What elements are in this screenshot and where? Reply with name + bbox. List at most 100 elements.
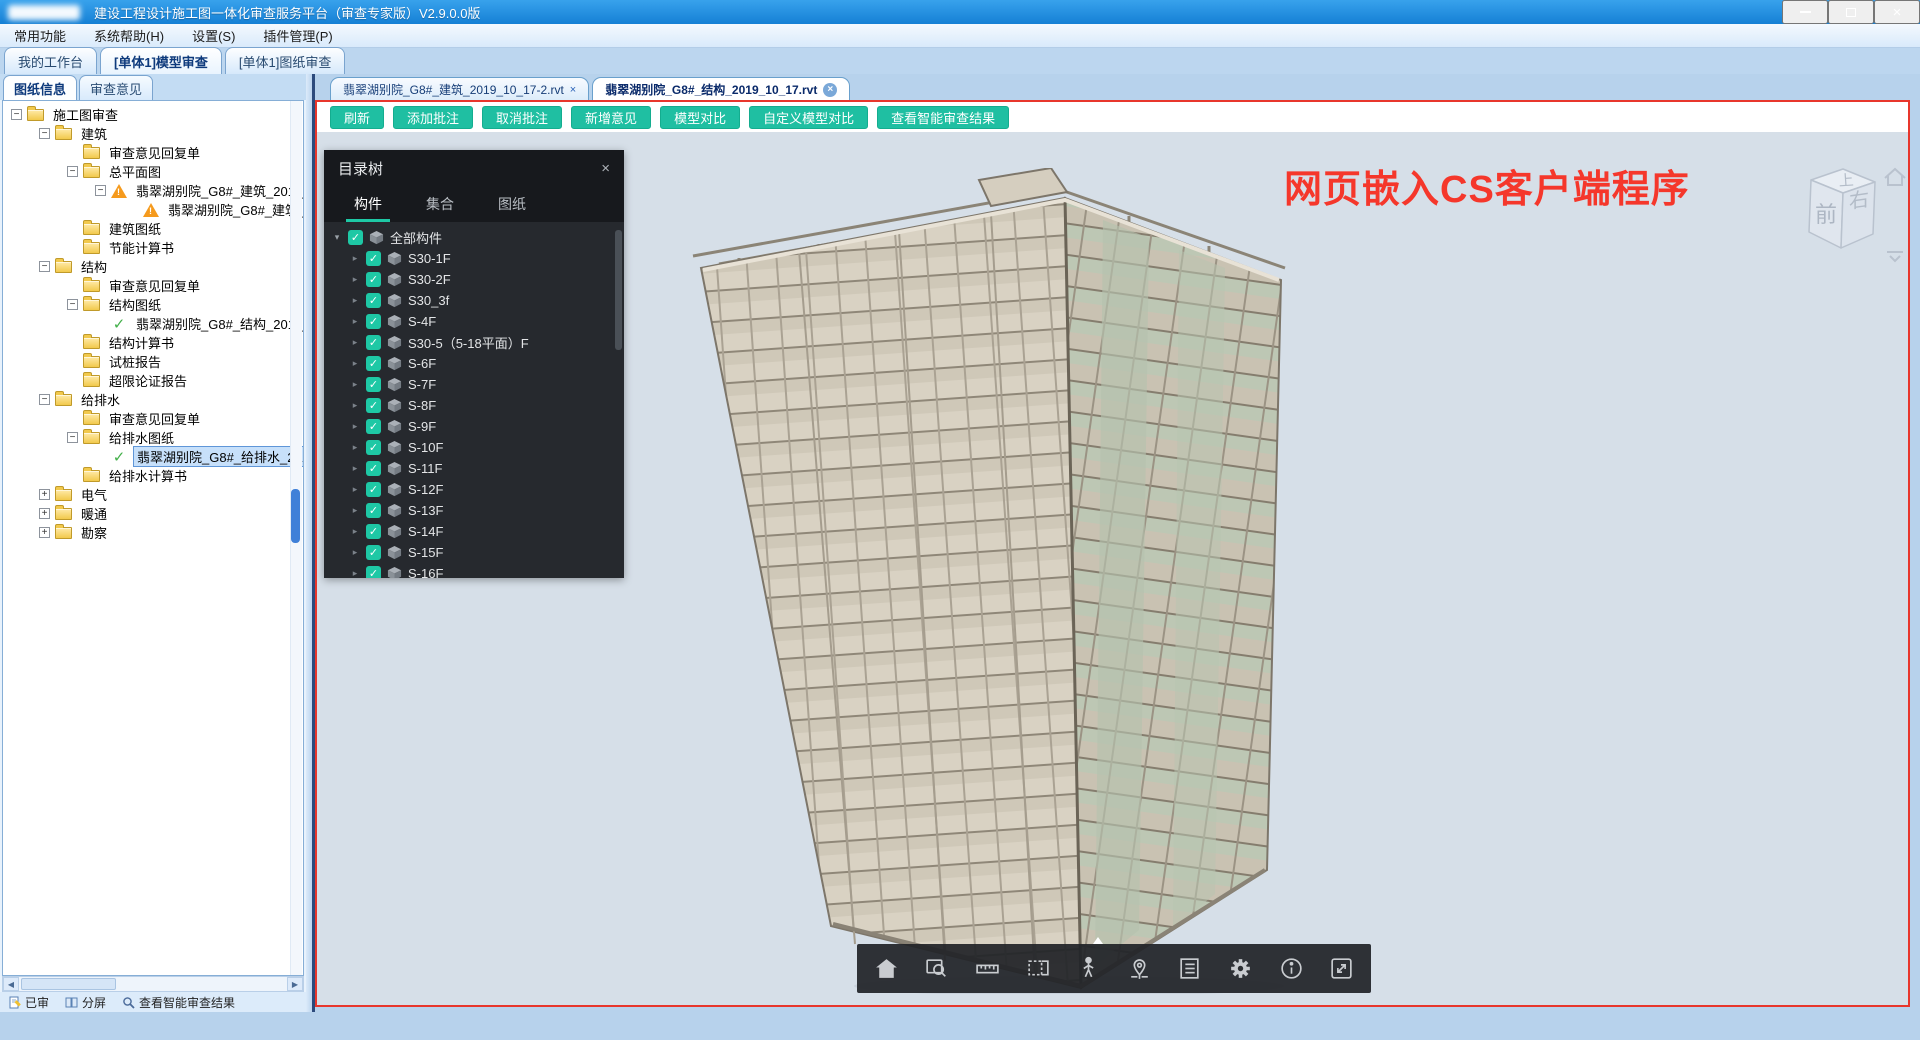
catalog-expand-arrow-icon[interactable] <box>350 295 360 306</box>
tree-item[interactable]: 建筑图纸 <box>3 219 303 238</box>
tree-item[interactable]: 翡翠湖别院_G8#_建筑_2019_10_1 <box>3 200 303 219</box>
tree-expander-icon[interactable] <box>11 109 22 120</box>
catalog-item[interactable]: S-10F <box>324 437 624 458</box>
zoom-region-button[interactable] <box>917 949 957 989</box>
smart-review-result[interactable]: 查看智能审查结果 <box>122 994 235 1011</box>
cube-face-top[interactable]: 上 <box>1838 172 1854 190</box>
tree-expander-icon[interactable] <box>39 508 50 519</box>
catalog-checkbox[interactable] <box>366 440 381 455</box>
toolbar-button[interactable]: 模型对比 <box>660 106 740 129</box>
catalog-tab[interactable]: 图纸 <box>476 186 548 222</box>
catalog-checkbox[interactable] <box>366 524 381 539</box>
catalog-checkbox[interactable] <box>366 335 381 350</box>
catalog-checkbox[interactable] <box>366 398 381 413</box>
tree-item[interactable]: 翡翠湖别院_G8#_给排水_2019_10_1 <box>3 447 303 466</box>
catalog-checkbox[interactable] <box>366 461 381 476</box>
catalog-expand-arrow-icon[interactable] <box>350 568 360 578</box>
reviewed-status[interactable]: 已审 <box>8 994 49 1011</box>
catalog-expand-arrow-icon[interactable] <box>350 463 360 474</box>
catalog-checkbox[interactable] <box>366 482 381 497</box>
measure-button[interactable] <box>967 949 1007 989</box>
catalog-item[interactable]: S-7F <box>324 374 624 395</box>
tree-item[interactable]: 审查意见回复单 <box>3 143 303 162</box>
tree-item[interactable]: 建筑 <box>3 124 303 143</box>
catalog-checkbox[interactable] <box>348 230 363 245</box>
split-screen[interactable]: 分屏 <box>65 994 106 1011</box>
tree-expander-icon[interactable] <box>39 261 50 272</box>
panel-splitter[interactable] <box>306 74 315 1012</box>
catalog-expand-arrow-icon[interactable] <box>350 379 360 390</box>
catalog-item[interactable]: S-15F <box>324 542 624 563</box>
list-button[interactable] <box>1170 949 1210 989</box>
scrollbar-thumb[interactable] <box>21 978 116 990</box>
catalog-item[interactable]: S-12F <box>324 479 624 500</box>
cube-face-front[interactable]: 前 <box>1815 202 1837 227</box>
catalog-expand-arrow-icon[interactable] <box>350 337 360 348</box>
tree-item[interactable]: 翡翠湖别院_G8#_结构_2019_10_17. r <box>3 314 303 333</box>
close-button[interactable]: × <box>1874 0 1920 24</box>
scrollbar-thumb[interactable] <box>291 489 300 543</box>
catalog-item[interactable]: S30-5（5-18平面）F <box>324 332 624 353</box>
fullscreen-button[interactable] <box>1322 949 1362 989</box>
sidebar-tab[interactable]: 审查意见 <box>79 75 153 100</box>
tree-item[interactable]: 审查意见回复单 <box>3 276 303 295</box>
catalog-checkbox[interactable] <box>366 503 381 518</box>
cube-home-icon[interactable] <box>1885 169 1905 185</box>
toolbar-button[interactable]: 查看智能审查结果 <box>877 106 1009 129</box>
locate-button[interactable] <box>1119 949 1159 989</box>
catalog-expand-arrow-icon[interactable] <box>350 253 360 264</box>
tree-item[interactable]: 给排水图纸 <box>3 428 303 447</box>
tree-item[interactable]: 给排水 <box>3 390 303 409</box>
tree-horizontal-scrollbar[interactable]: ◀ ▶ <box>2 976 304 992</box>
settings-button[interactable] <box>1220 949 1260 989</box>
catalog-item[interactable]: S30-2F <box>324 269 624 290</box>
tree-item[interactable]: 结构计算书 <box>3 333 303 352</box>
catalog-item[interactable]: S-9F <box>324 416 624 437</box>
cube-menu-chevron-icon[interactable] <box>1887 252 1903 261</box>
tree-item[interactable]: 节能计算书 <box>3 238 303 257</box>
catalog-item[interactable]: 全部构件 <box>324 227 624 248</box>
tree-item[interactable]: 暖通 <box>3 504 303 523</box>
tree-item[interactable]: 给排水计算书 <box>3 466 303 485</box>
catalog-expand-arrow-icon[interactable] <box>350 484 360 495</box>
tree-expander-icon[interactable] <box>95 185 106 196</box>
tree-expander-icon[interactable] <box>39 128 50 139</box>
scroll-right-icon[interactable]: ▶ <box>287 977 303 991</box>
tree-expander-icon[interactable] <box>67 432 78 443</box>
catalog-checkbox[interactable] <box>366 293 381 308</box>
toolbar-button[interactable]: 新增意见 <box>571 106 651 129</box>
catalog-scrollbar-thumb[interactable] <box>615 230 622 350</box>
catalog-checkbox[interactable] <box>366 314 381 329</box>
catalog-checkbox[interactable] <box>366 419 381 434</box>
toolbar-button[interactable]: 自定义模型对比 <box>749 106 868 129</box>
workspace-tab[interactable]: [单体1]模型审查 <box>100 47 222 74</box>
document-tab[interactable]: 翡翠湖别院_G8#_结构_2019_10_17.rvt × <box>592 77 850 100</box>
catalog-item[interactable]: S30_3f <box>324 290 624 311</box>
catalog-item[interactable]: S-16F <box>324 563 624 578</box>
workspace-tab[interactable]: 我的工作台 <box>4 47 97 74</box>
catalog-checkbox[interactable] <box>366 251 381 266</box>
tree-vertical-scrollbar[interactable] <box>290 101 302 975</box>
catalog-close-icon[interactable]: × <box>601 160 610 177</box>
catalog-item[interactable]: S-11F <box>324 458 624 479</box>
minimize-button[interactable] <box>1782 0 1828 24</box>
tree-item[interactable]: 结构 <box>3 257 303 276</box>
tree-item[interactable]: 电气 <box>3 485 303 504</box>
catalog-expand-arrow-icon[interactable] <box>350 505 360 516</box>
catalog-item[interactable]: S-8F <box>324 395 624 416</box>
catalog-expand-arrow-icon[interactable] <box>350 358 360 369</box>
navigation-cube[interactable]: 上 前 右 <box>1781 156 1908 268</box>
toolbar-button[interactable]: 取消批注 <box>482 106 562 129</box>
tree-item[interactable]: 翡翠湖别院_G8#_建筑_2019_10_17. r <box>3 181 303 200</box>
toolbar-button[interactable]: 添加批注 <box>393 106 473 129</box>
catalog-expand-arrow-icon[interactable] <box>350 274 360 285</box>
catalog-expand-arrow-icon[interactable] <box>350 421 360 432</box>
catalog-tab[interactable]: 集合 <box>404 186 476 222</box>
tree-item[interactable]: 试桩报告 <box>3 352 303 371</box>
tree-item[interactable]: 施工图审查 <box>3 105 303 124</box>
catalog-checkbox[interactable] <box>366 356 381 371</box>
home-button[interactable] <box>866 949 906 989</box>
catalog-expand-arrow-icon[interactable] <box>350 400 360 411</box>
tree-item[interactable]: 结构图纸 <box>3 295 303 314</box>
scroll-left-icon[interactable]: ◀ <box>3 977 19 991</box>
